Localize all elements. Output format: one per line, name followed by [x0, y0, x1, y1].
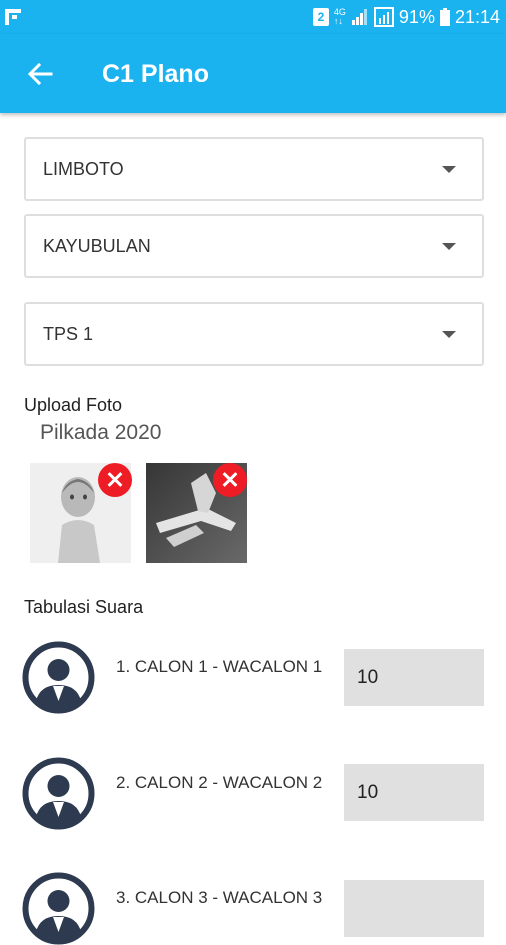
chevron-down-icon	[442, 243, 456, 250]
battery-icon	[439, 8, 450, 26]
candidate-avatar-icon	[22, 872, 95, 945]
tps-select[interactable]: TPS 1	[24, 302, 484, 366]
candidate-avatar-icon	[22, 757, 95, 830]
candidate-3-votes-input[interactable]	[344, 880, 484, 937]
back-arrow-icon[interactable]	[24, 58, 56, 90]
remove-photo-1-button[interactable]	[98, 463, 132, 497]
signal-icon	[351, 9, 367, 25]
upload-subtitle: Pilkada 2020	[40, 421, 162, 444]
kelurahan-select[interactable]: KAYUBULAN	[24, 214, 484, 278]
battery-percent: 91%	[398, 6, 435, 27]
status-icons: 2 4G ↑↓ 91% 21:14	[312, 6, 500, 28]
network-activity-label: ↑↓	[333, 16, 343, 26]
candidate-avatar-icon	[22, 641, 95, 714]
network-type-icon: 4G ↑↓	[334, 8, 346, 26]
app-notification-icon	[5, 9, 21, 25]
chevron-down-icon	[442, 331, 456, 338]
candidate-1-votes-input[interactable]: 10	[344, 649, 484, 706]
sim-icon: 2	[312, 8, 329, 26]
signal-2-icon	[373, 7, 394, 27]
candidate-2-votes-input[interactable]: 10	[344, 764, 484, 821]
kecamatan-select[interactable]: LIMBOTO	[24, 137, 484, 201]
status-bar: 2 4G ↑↓ 91% 21:14	[0, 0, 506, 34]
app-bar: C1 Plano	[0, 34, 506, 113]
kelurahan-value: KAYUBULAN	[43, 236, 151, 256]
upload-label: Upload Foto	[24, 395, 123, 415]
tps-value: TPS 1	[43, 324, 94, 344]
page-title: C1 Plano	[102, 60, 209, 88]
chevron-down-icon	[442, 166, 456, 173]
remove-photo-2-button[interactable]	[213, 463, 247, 497]
candidate-3-name: 3. CALON 3 - WACALON 3	[116, 888, 323, 907]
kecamatan-value: LIMBOTO	[43, 159, 124, 179]
candidate-2-name: 2. CALON 2 - WACALON 2	[116, 773, 323, 792]
candidate-1-name: 1. CALON 1 - WACALON 1	[116, 657, 323, 676]
tabulation-label: Tabulasi Suara	[24, 597, 144, 617]
clock: 21:14	[454, 6, 500, 27]
